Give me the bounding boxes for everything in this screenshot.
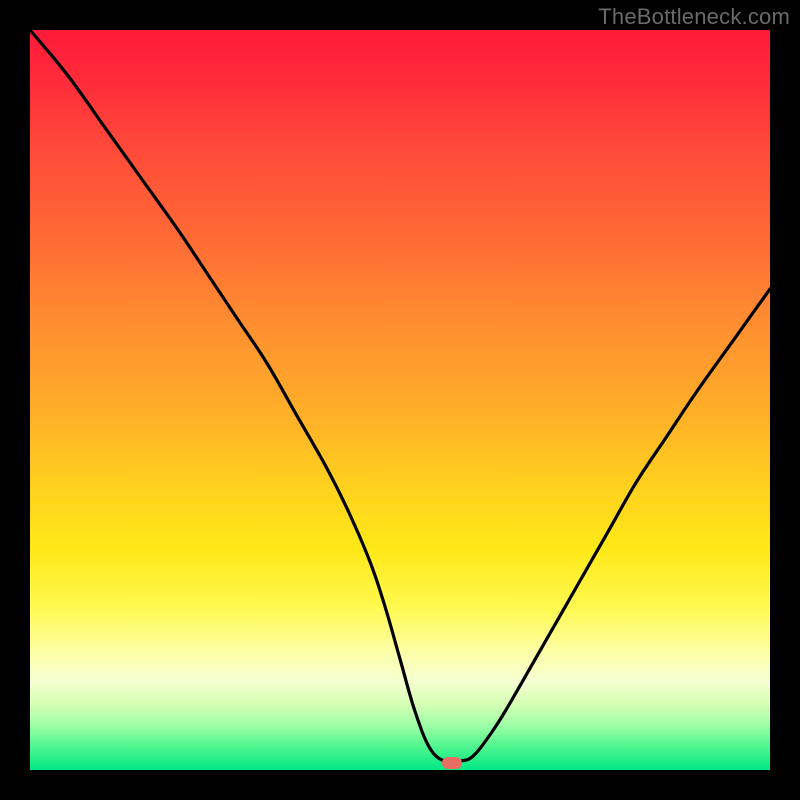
watermark-label: TheBottleneck.com	[598, 4, 790, 30]
bottleneck-curve	[30, 30, 770, 770]
plot-area	[30, 30, 770, 770]
bottleneck-marker	[442, 757, 462, 769]
curve-path	[30, 30, 770, 762]
chart-frame: TheBottleneck.com	[0, 0, 800, 800]
